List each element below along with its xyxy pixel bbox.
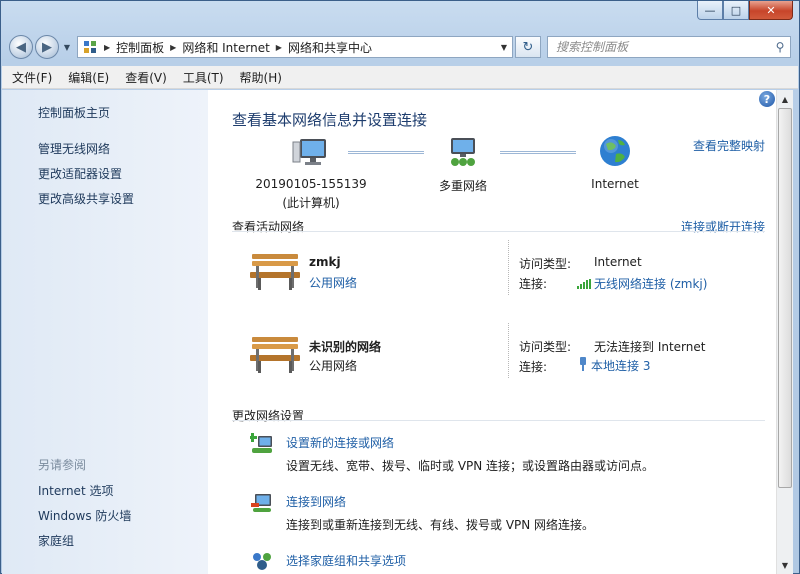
connection-label: 连接: <box>519 360 548 374</box>
map-connector <box>348 151 424 154</box>
wireless-connection-link[interactable]: 无线网络连接 (zmkj) <box>577 275 707 292</box>
public-network-bench-icon <box>250 337 300 373</box>
manage-wireless-link[interactable]: 管理无线网络 <box>38 140 110 157</box>
local-connection-link[interactable]: 本地连接 3 <box>578 357 650 374</box>
network-type-link[interactable]: 公用网络 <box>309 274 357 291</box>
homegroup-sharing-link[interactable]: 选择家庭组和共享选项 <box>286 552 406 569</box>
network-name-zmkj: zmkj <box>309 255 341 269</box>
network-separator <box>508 323 509 378</box>
network-name-unidentified: 未识别的网络 <box>309 340 382 354</box>
multiple-networks-icon[interactable] <box>446 136 480 168</box>
setup-connection-desc: 设置无线、宽带、拨号、临时或 VPN 连接；或设置路由器或访问点。 <box>286 459 655 473</box>
full-map-link[interactable]: 查看完整映射 <box>693 137 765 154</box>
menu-edit[interactable]: 编辑(E) <box>68 69 109 86</box>
advanced-sharing-link[interactable]: 更改高级共享设置 <box>38 190 134 207</box>
access-type-value: 无法连接到 Internet <box>594 340 706 354</box>
homegroup-icon <box>253 553 271 570</box>
public-network-bench-icon[interactable] <box>248 248 302 292</box>
address-bar[interactable]: ▶ 控制面板 ▶ 网络和 Internet ▶ 网络和共享中心 ▼ <box>77 36 513 58</box>
breadcrumb-network-sharing-center[interactable]: 网络和共享中心 <box>288 39 372 56</box>
recent-pages-dropdown[interactable]: ▼ <box>61 43 73 52</box>
setup-connection-link[interactable]: 设置新的连接或网络 <box>286 434 394 451</box>
page-title: 查看基本网络信息并设置连接 <box>232 111 428 129</box>
breadcrumb-separator-icon[interactable]: ▶ <box>276 43 282 52</box>
windows-firewall-link[interactable]: Windows 防火墙 <box>38 507 131 524</box>
homegroup-link[interactable]: 家庭组 <box>38 532 74 549</box>
new-connection-icon <box>250 433 272 453</box>
refresh-button[interactable]: ↻ <box>515 36 541 58</box>
connect-network-icon <box>251 494 271 512</box>
search-icon[interactable]: ⚲ <box>770 40 790 54</box>
computer-sub: (此计算机) <box>282 196 340 210</box>
caption-buttons: — □ ✕ <box>697 1 793 20</box>
breadcrumb-separator-icon[interactable]: ▶ <box>104 43 110 52</box>
change-settings-header: 更改网络设置 <box>232 409 305 423</box>
main-pane: ? 查看基本网络信息并设置连接 查看完整映射 20190105-155139 (… <box>208 90 776 574</box>
see-also-header: 另请参阅 <box>38 458 87 472</box>
local-connection-label[interactable]: 本地连接 3 <box>591 359 650 373</box>
scroll-down-icon[interactable]: ▼ <box>777 557 793 573</box>
menu-view[interactable]: 查看(V) <box>125 69 167 86</box>
forward-arrow-icon: ▶ <box>42 39 52 55</box>
ethernet-icon <box>580 357 586 371</box>
menu-help[interactable]: 帮助(H) <box>240 69 282 86</box>
forward-button[interactable]: ▶ <box>35 35 59 59</box>
control-panel-icon <box>84 41 96 53</box>
breadcrumb-network-internet[interactable]: 网络和 Internet <box>182 39 269 56</box>
menu-tools[interactable]: 工具(T) <box>183 69 224 86</box>
active-networks-header: 查看活动网络 <box>232 220 305 234</box>
scroll-thumb[interactable] <box>778 108 792 488</box>
control-panel-home-link[interactable]: 控制面板主页 <box>38 104 110 121</box>
computer-icon[interactable] <box>290 136 330 168</box>
section-divider <box>232 231 765 232</box>
internet-label: Internet <box>591 177 639 191</box>
vertical-scrollbar[interactable]: ▲ ▼ <box>776 90 793 574</box>
back-button[interactable]: ◀ <box>9 35 33 59</box>
left-pane: 控制面板主页 管理无线网络 更改适配器设置 更改高级共享设置 另请参阅 Inte… <box>2 90 208 574</box>
close-button[interactable]: ✕ <box>749 1 793 20</box>
window: — □ ✕ ◀ ▶ ▼ ▶ 控制面板 ▶ 网络和 Internet ▶ 网络和共… <box>0 0 800 574</box>
multiple-networks-label: 多重网络 <box>438 179 487 193</box>
wifi-signal-icon <box>577 279 591 289</box>
menu-bar: 文件(F) 编辑(E) 查看(V) 工具(T) 帮助(H) <box>2 66 798 89</box>
search-input[interactable] <box>556 40 770 54</box>
access-type-label: 访问类型: <box>519 340 572 354</box>
access-type-value: Internet <box>594 255 642 269</box>
search-box[interactable]: ⚲ <box>547 36 791 58</box>
breadcrumb-control-panel[interactable]: 控制面板 <box>116 39 164 56</box>
change-adapter-link[interactable]: 更改适配器设置 <box>38 165 122 182</box>
network-separator <box>508 240 509 295</box>
connect-disconnect-link[interactable]: 连接或断开连接 <box>681 218 765 235</box>
connection-label: 连接: <box>519 277 548 291</box>
access-type-label: 访问类型: <box>519 257 572 271</box>
back-arrow-icon: ◀ <box>16 39 26 55</box>
address-row: ◀ ▶ ▼ ▶ 控制面板 ▶ 网络和 Internet ▶ 网络和共享中心 ▼ … <box>9 34 791 60</box>
connect-to-network-link[interactable]: 连接到网络 <box>286 493 346 510</box>
address-dropdown-icon[interactable]: ▼ <box>496 37 512 57</box>
scroll-up-icon[interactable]: ▲ <box>777 91 793 107</box>
connect-to-network-desc: 连接到或重新连接到无线、有线、拨号或 VPN 网络连接。 <box>286 518 595 532</box>
internet-options-link[interactable]: Internet 选项 <box>38 482 113 499</box>
computer-name: 20190105-155139 <box>255 177 367 191</box>
refresh-icon: ↻ <box>522 39 534 55</box>
breadcrumb-separator-icon[interactable]: ▶ <box>170 43 176 52</box>
network-type-label: 公用网络 <box>309 359 358 373</box>
wireless-connection-label[interactable]: 无线网络连接 (zmkj) <box>594 277 707 291</box>
help-icon[interactable]: ? <box>759 91 775 107</box>
maximize-button[interactable]: □ <box>723 1 749 20</box>
section-divider <box>232 420 765 421</box>
map-connector <box>500 151 576 154</box>
menu-file[interactable]: 文件(F) <box>12 69 52 86</box>
internet-globe-icon[interactable] <box>598 134 632 168</box>
minimize-button[interactable]: — <box>697 1 723 20</box>
